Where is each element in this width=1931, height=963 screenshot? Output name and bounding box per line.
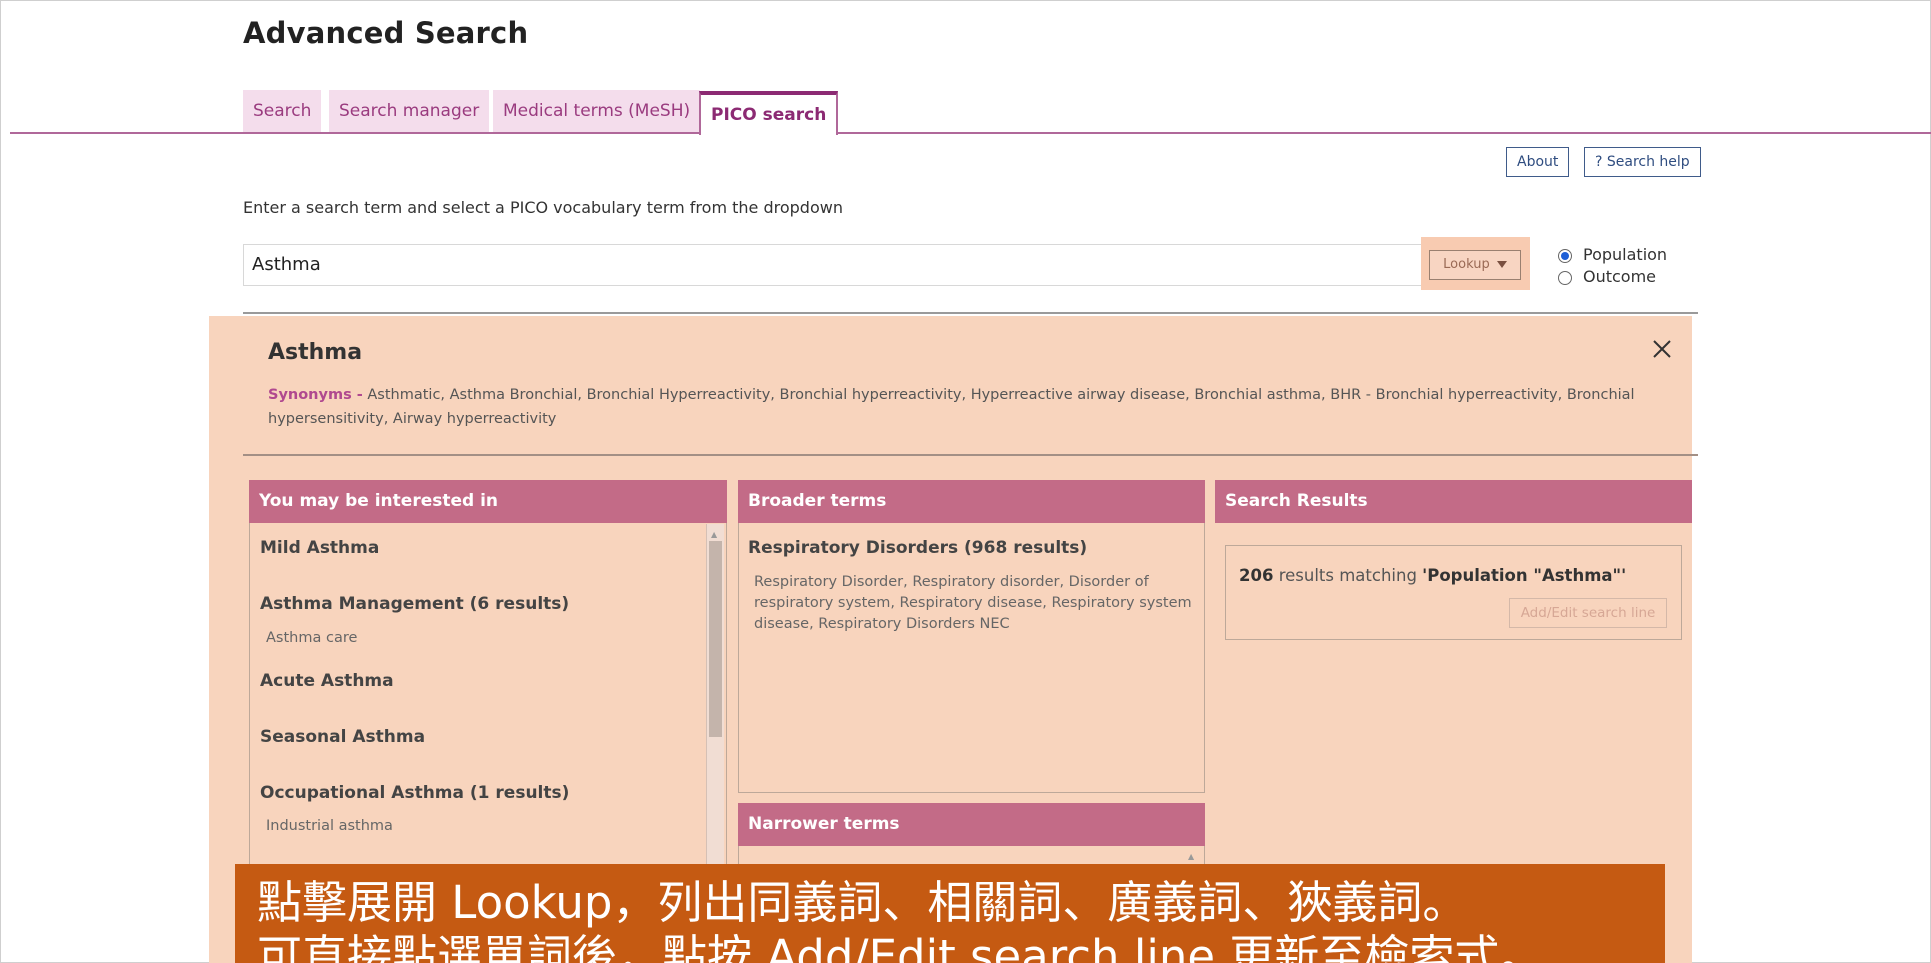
synonyms-text: Synonyms - Asthmatic, Asthma Bronchial, … xyxy=(268,383,1668,431)
list-item-synonym: Asthma care xyxy=(266,630,358,646)
tab-search-manager[interactable]: Search manager xyxy=(329,90,490,132)
lookup-label: Lookup xyxy=(1443,257,1490,272)
tab-medical-terms-mesh[interactable]: Medical terms (MeSH) xyxy=(493,90,701,132)
tab-pico-search[interactable]: PICO search xyxy=(699,91,839,135)
panel-divider xyxy=(243,454,1698,456)
tab-underline xyxy=(10,132,1931,134)
add-edit-search-line-button[interactable]: Add/Edit search line xyxy=(1509,598,1667,628)
radio-population[interactable] xyxy=(1558,249,1572,263)
search-divider xyxy=(243,312,1698,314)
broader-header: Broader terms xyxy=(738,480,1205,523)
tab-search[interactable]: Search xyxy=(243,90,322,132)
radio-outcome[interactable] xyxy=(1558,271,1572,285)
narrower-header: Narrower terms xyxy=(738,803,1205,846)
caption-banner: 點擊展開 Lookup，列出同義詞、相關詞、廣義詞、狹義詞。 可直接點選單詞後，… xyxy=(235,864,1665,963)
close-icon[interactable] xyxy=(1652,333,1672,366)
radio-outcome-label: Outcome xyxy=(1583,267,1657,286)
list-item[interactable]: Occupational Asthma (1 results) xyxy=(260,783,569,803)
synonyms-label: Synonyms - xyxy=(268,387,363,403)
results-summary: 206 results matching 'Population "Asthma… xyxy=(1239,566,1626,585)
list-item[interactable]: Mild Asthma xyxy=(260,538,379,558)
page-title: Advanced Search xyxy=(243,16,529,50)
list-item[interactable]: Acute Asthma xyxy=(260,671,394,691)
results-header: Search Results xyxy=(1215,480,1692,523)
synonyms-line1: Asthmatic, Asthma Bronchial, Bronchial H… xyxy=(367,387,1635,403)
list-item[interactable]: Seasonal Asthma xyxy=(260,727,425,747)
list-item[interactable]: Asthma Management (6 results) xyxy=(260,594,569,614)
broader-term-title[interactable]: Respiratory Disorders (968 results) xyxy=(748,538,1087,558)
broader-box xyxy=(738,523,1205,793)
broader-term-synonyms: Respiratory Disorder, Respiratory disord… xyxy=(754,574,1192,632)
list-item-synonym: Industrial asthma xyxy=(266,818,393,834)
caption-line2: 可直接點選單詞後，點按 Add/Edit search line 更新至檢索式。 xyxy=(257,930,1545,963)
about-button[interactable]: About xyxy=(1506,147,1570,177)
search-help-button[interactable]: ? Search help xyxy=(1584,147,1701,177)
scroll-up-icon[interactable]: ▲ xyxy=(711,530,717,539)
radio-population-label: Population xyxy=(1583,245,1668,264)
results-query: 'Population "Asthma"' xyxy=(1422,566,1627,585)
instruction-text: Enter a search term and select a PICO vo… xyxy=(243,198,843,217)
caret-down-icon xyxy=(1496,261,1507,268)
scroll-up-icon[interactable]: ▲ xyxy=(1188,852,1194,861)
search-input[interactable]: Asthma xyxy=(243,244,1421,286)
lookup-button[interactable]: Lookup xyxy=(1429,250,1521,280)
results-count: 206 xyxy=(1239,566,1274,585)
lookup-term-title: Asthma xyxy=(268,340,363,365)
interested-scroll-thumb[interactable] xyxy=(709,541,722,737)
synonyms-line2: hypersensitivity, Airway hyperreactivity xyxy=(268,411,557,427)
interested-header: You may be interested in xyxy=(249,480,727,523)
results-text: results matching xyxy=(1273,566,1423,585)
caption-line1: 點擊展開 Lookup，列出同義詞、相關詞、廣義詞、狹義詞。 xyxy=(257,876,1468,929)
